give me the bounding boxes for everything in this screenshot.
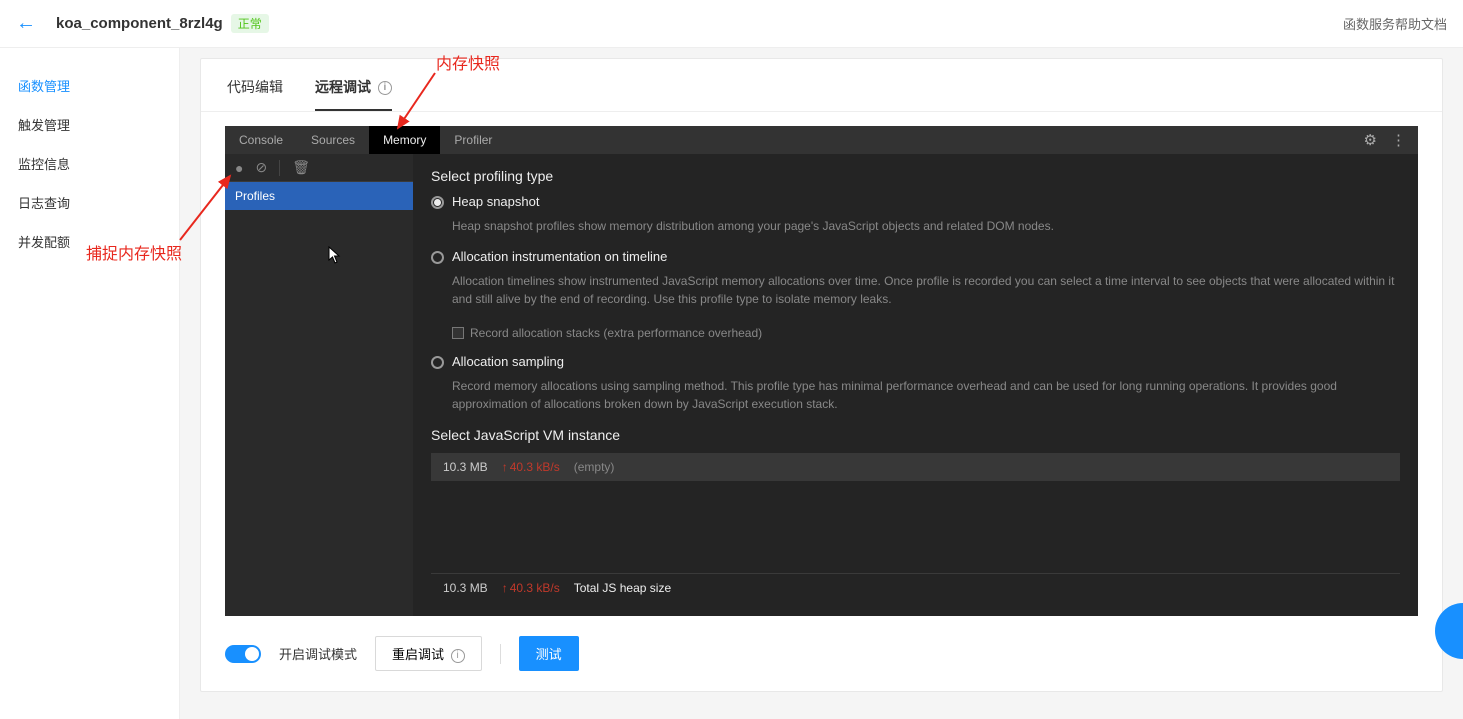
vm-name: (empty) <box>574 460 615 474</box>
status-badge: 正常 <box>231 14 269 33</box>
sidebar-item-monitoring[interactable]: 监控信息 <box>0 144 179 183</box>
checkbox-allocation-stacks-label: Record allocation stacks (extra performa… <box>470 326 762 340</box>
select-profiling-type-title: Select profiling type <box>431 168 1400 184</box>
back-arrow-icon[interactable]: ← <box>16 12 36 35</box>
tab-code-edit[interactable]: 代码编辑 <box>227 77 283 111</box>
profiles-toolbar: ● ⊘ 🗑 <box>225 154 413 182</box>
sidebar-item-logs[interactable]: 日志查询 <box>0 183 179 222</box>
tab-remote-debug[interactable]: 远程调试 i <box>315 77 392 111</box>
profiles-header[interactable]: Profiles <box>225 182 413 210</box>
devtools-body: ● ⊘ 🗑 Profiles Select profiling type Hea… <box>225 154 1418 616</box>
debug-mode-label: 开启调试模式 <box>279 644 357 663</box>
clear-icon[interactable]: ⊘ <box>255 159 267 176</box>
vm-footer-label: Total JS heap size <box>574 581 671 595</box>
radio-allocation-timeline[interactable] <box>431 251 444 264</box>
vm-rate: 40.3 kB/s <box>502 460 560 474</box>
test-button[interactable]: 测试 <box>519 636 579 671</box>
debug-mode-toggle[interactable] <box>225 645 261 663</box>
info-icon: i <box>451 649 465 663</box>
restart-debug-label: 重启调试 <box>392 647 444 662</box>
vm-instance-row[interactable]: 10.3 MB 40.3 kB/s (empty) <box>431 453 1400 481</box>
option-heap-label: Heap snapshot <box>452 194 539 209</box>
vm-instance-list: 10.3 MB 40.3 kB/s (empty) <box>431 453 1400 481</box>
option-allocation-timeline-desc: Allocation timelines show instrumented J… <box>452 272 1400 308</box>
devtools-left-pane: ● ⊘ 🗑 Profiles <box>225 154 413 616</box>
devtools-panel: Console Sources Memory Profiler ⚙ ⋮ ● ⊘ … <box>225 126 1418 616</box>
toolbar-divider <box>279 160 280 176</box>
help-link[interactable]: 函数服务帮助文档 <box>1343 14 1447 33</box>
option-allocation-timeline[interactable]: Allocation instrumentation on timeline <box>431 249 1400 264</box>
option-allocation-timeline-label: Allocation instrumentation on timeline <box>452 249 667 264</box>
bottom-controls: 开启调试模式 重启调试 i 测试 <box>201 616 1442 671</box>
vm-footer: 10.3 MB 40.3 kB/s Total JS heap size <box>431 573 1400 602</box>
devtools-tab-console[interactable]: Console <box>225 126 297 154</box>
devtools-right-icons: ⚙ ⋮ <box>1364 131 1418 149</box>
devtools-tab-memory[interactable]: Memory <box>369 126 440 154</box>
page-title: koa_component_8rzl4g <box>56 15 223 32</box>
devtools-right-pane: Select profiling type Heap snapshot Heap… <box>413 154 1418 616</box>
radio-heap[interactable] <box>431 196 444 209</box>
more-icon[interactable]: ⋮ <box>1391 131 1406 149</box>
devtools-tab-profiler[interactable]: Profiler <box>440 126 506 154</box>
sidebar-item-function-mgmt[interactable]: 函数管理 <box>0 66 179 105</box>
sidebar-item-trigger-mgmt[interactable]: 触发管理 <box>0 105 179 144</box>
vm-footer-size: 10.3 MB <box>443 581 488 595</box>
restart-debug-button[interactable]: 重启调试 i <box>375 636 482 671</box>
gear-icon[interactable]: ⚙ <box>1364 131 1377 149</box>
option-heap-snapshot[interactable]: Heap snapshot <box>431 194 1400 209</box>
option-allocation-sampling[interactable]: Allocation sampling <box>431 354 1400 369</box>
sidebar: 函数管理 触发管理 监控信息 日志查询 并发配额 <box>0 48 180 719</box>
option-heap-desc: Heap snapshot profiles show memory distr… <box>452 217 1400 235</box>
select-vm-title: Select JavaScript VM instance <box>431 427 1400 443</box>
vm-size: 10.3 MB <box>443 460 488 474</box>
checkbox-allocation-stacks[interactable] <box>452 327 464 339</box>
radio-allocation-sampling[interactable] <box>431 356 444 369</box>
main-content: 代码编辑 远程调试 i Console Sources Memory Profi… <box>180 48 1463 719</box>
trash-icon[interactable]: 🗑 <box>292 159 310 176</box>
vm-footer-rate: 40.3 kB/s <box>502 581 560 595</box>
record-icon[interactable]: ● <box>235 160 243 176</box>
tab-remote-debug-label: 远程调试 <box>315 79 371 95</box>
sidebar-item-concurrency[interactable]: 并发配额 <box>0 222 179 261</box>
devtools-tab-sources[interactable]: Sources <box>297 126 369 154</box>
outer-tabs: 代码编辑 远程调试 i <box>201 59 1442 112</box>
cursor-icon <box>328 246 342 267</box>
option-allocation-sampling-label: Allocation sampling <box>452 354 564 369</box>
devtools-tabs: Console Sources Memory Profiler ⚙ ⋮ <box>225 126 1418 154</box>
info-icon[interactable]: i <box>378 81 392 95</box>
top-header: ← koa_component_8rzl4g 正常 函数服务帮助文档 <box>0 0 1463 48</box>
content-card: 代码编辑 远程调试 i Console Sources Memory Profi… <box>200 58 1443 692</box>
option-allocation-sampling-desc: Record memory allocations using sampling… <box>452 377 1400 413</box>
button-divider <box>500 644 501 664</box>
record-allocation-stacks-row[interactable]: Record allocation stacks (extra performa… <box>452 326 1400 340</box>
